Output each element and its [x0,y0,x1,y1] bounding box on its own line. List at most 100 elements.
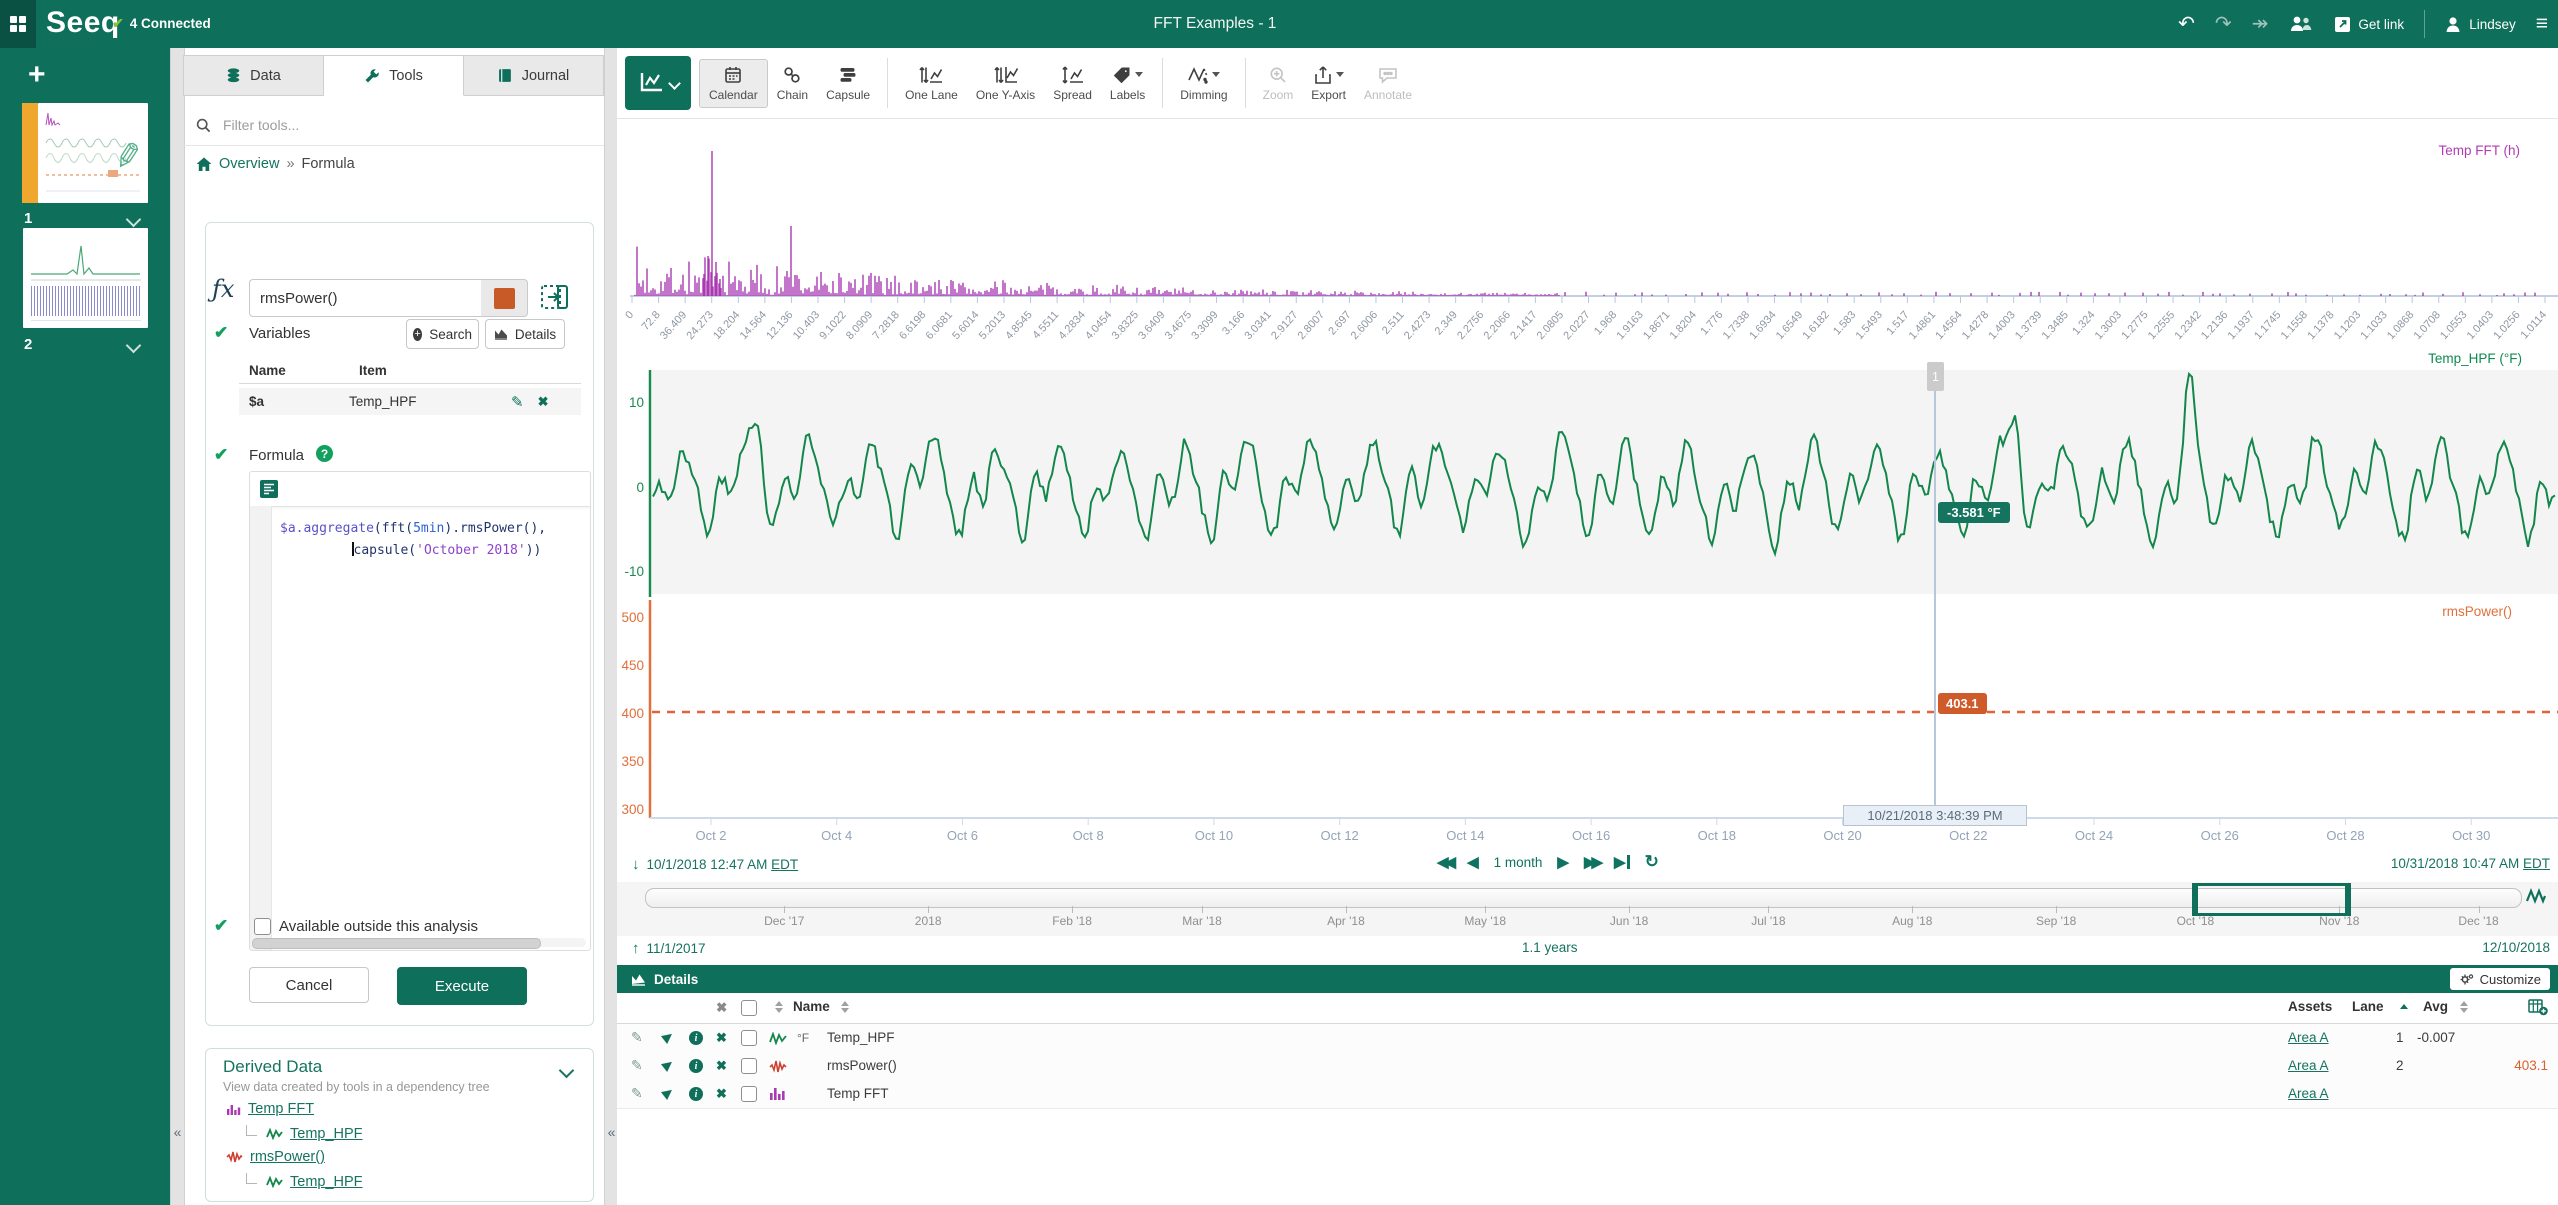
connection-status[interactable]: ✔ 4 Connected [112,15,211,32]
col-assets[interactable]: Assets [2288,999,2332,1014]
formula-editor[interactable]: $a.aggregate(fft(5min).rmsPower(), capsul… [249,471,591,951]
redo-icon[interactable]: ↷ [2215,14,2232,34]
col-avg[interactable]: Avg [2423,999,2448,1014]
details-row-temp-hpf[interactable]: ✎ i ✖ °F Temp_HPF Area A 1 -0.007 [617,1024,2558,1053]
hamburger-menu-icon[interactable]: ≡ [2536,12,2548,36]
timeline-selection[interactable] [2192,883,2351,916]
add-worksheet-button[interactable]: + [28,60,46,90]
variables-search-button[interactable]: + Search [406,319,479,349]
send-to-icon[interactable] [660,1057,676,1073]
step-forward-fast-icon[interactable]: ▶▶ [1584,853,1603,871]
formula-name-input[interactable] [249,279,503,317]
toolbar-capsule-button[interactable]: Capsule [817,60,879,107]
collapse-handle-left[interactable]: « [170,48,185,1205]
toolbar-one-y-axis-button[interactable]: One Y-Axis [967,60,1044,107]
view-selector-button[interactable] [625,56,691,110]
row-asset-link[interactable]: Area A [2288,1086,2329,1101]
info-icon[interactable]: i [689,1087,703,1101]
app-grid-button[interactable] [0,0,36,48]
get-link-button[interactable]: Get link [2334,16,2404,33]
worksheet-thumbnail-1[interactable]: ✎ [38,103,148,203]
send-to-icon[interactable] [660,1029,676,1045]
worksheet-2-menu-chevron[interactable] [125,337,142,356]
details-row-rmspower[interactable]: ✎ i ✖ rmsPower() Area A 2 403.1 [617,1052,2558,1081]
send-to-icon[interactable] [660,1085,676,1101]
remove-icon[interactable]: ✖ [716,1086,727,1102]
worksheet-thumbnail-2[interactable] [23,228,148,328]
remove-icon[interactable]: ✖ [716,1030,727,1046]
col-lane[interactable]: Lane [2352,999,2384,1014]
dock-panel-icon[interactable] [540,283,570,311]
step-size-label[interactable]: 1 month [1494,855,1543,870]
info-icon[interactable]: i [689,1031,703,1045]
add-column-icon[interactable] [2528,998,2548,1016]
sort-icon[interactable] [775,1001,783,1013]
undo-icon[interactable]: ↶ [2178,14,2195,34]
edit-icon[interactable]: ✎ [631,1085,643,1102]
edit-variable-icon[interactable]: ✎ [511,393,524,411]
sort-icon[interactable] [2460,1001,2468,1013]
info-icon[interactable]: i [689,1059,703,1073]
step-to-end-icon[interactable]: ▶ [1614,853,1630,871]
range-end[interactable]: 10/31/2018 10:47 AM EDT [2391,856,2550,871]
derived-link[interactable]: Temp_HPF [290,1126,363,1142]
remove-variable-icon[interactable]: ✖ [538,394,549,410]
signal-lanes-chart[interactable]: 10 0 -10 500 450 400 350 300 [617,345,2558,825]
sort-asc-icon[interactable] [2400,1004,2408,1009]
tab-data[interactable]: Data [183,55,324,96]
select-all-checkbox[interactable] [741,1000,757,1016]
series-label-temp-hpf[interactable]: Temp_HPF (°F) [2428,351,2522,366]
toolbar-one-lane-button[interactable]: One Lane [896,60,967,107]
toolbar-export-button[interactable]: Export [1302,60,1355,107]
details-row-temp-fft[interactable]: ✎ i ✖ Temp FFT Area A [617,1080,2558,1109]
formula-code[interactable]: $a.aggregate(fft(5min).rmsPower(), capsul… [280,518,546,562]
investigate-start[interactable]: 11/1/2017 [647,941,706,956]
step-back-fast-icon[interactable]: ◀◀ [1437,853,1456,871]
derived-data-collapse-chevron[interactable] [558,1062,575,1081]
formula-help-icon[interactable]: ? [316,445,333,462]
redo-all-icon[interactable]: ↠ [2252,14,2269,34]
refresh-icon[interactable]: ↻ [1645,852,1659,872]
range-start[interactable]: 10/1/2018 12:47 AM EDT [647,857,799,872]
edit-icon[interactable]: ✎ [631,1029,643,1046]
breadcrumb-overview[interactable]: Overview [219,156,279,172]
investigate-end[interactable]: 12/10/2018 [2482,940,2550,955]
home-icon[interactable] [196,157,212,172]
edit-icon[interactable]: ✎ [631,1057,643,1074]
filter-tools-input[interactable] [221,116,555,134]
tab-journal[interactable]: Journal [464,55,604,96]
investigate-duration[interactable]: 1.1 years [1522,940,1578,955]
toolbar-chain-button[interactable]: Chain [768,60,817,107]
row-checkbox[interactable] [741,1030,757,1046]
timeline-signal-icon[interactable] [2525,886,2547,906]
editor-scrollbar[interactable] [252,938,586,949]
row-checkbox[interactable] [741,1086,757,1102]
variables-details-button[interactable]: Details [485,319,565,349]
derived-link[interactable]: Temp FFT [248,1101,314,1117]
sort-icon[interactable] [841,1001,849,1013]
cancel-button[interactable]: Cancel [249,967,369,1003]
user-menu[interactable]: Lindsey [2445,16,2516,33]
users-icon[interactable] [2288,14,2314,34]
toolbar-calendar-button[interactable]: Calendar [699,58,768,108]
derived-link[interactable]: rmsPower() [250,1149,325,1165]
step-back-icon[interactable]: ◀ [1467,853,1479,871]
series-label-temp-fft[interactable]: Temp FFT (h) [2438,143,2520,158]
col-name[interactable]: Name [793,999,830,1014]
row-checkbox[interactable] [741,1058,757,1074]
row-asset-link[interactable]: Area A [2288,1058,2329,1073]
remove-all-icon[interactable]: ✖ [716,1000,727,1016]
color-swatch-button[interactable] [481,279,528,317]
toolbar-dimming-button[interactable]: Dimming [1171,60,1236,107]
series-label-rmspower[interactable]: rmsPower() [2442,604,2512,619]
customize-button[interactable]: Customize [2449,968,2550,990]
fft-chart[interactable]: 0 72.836.40924.27318.20414.56412.13610.40… [617,118,2558,368]
execute-button[interactable]: Execute [397,967,527,1005]
document-outline-icon[interactable] [259,479,279,499]
remove-icon[interactable]: ✖ [716,1058,727,1074]
step-forward-icon[interactable]: ▶ [1557,853,1569,871]
available-outside-checkbox[interactable] [254,918,271,935]
derived-link[interactable]: Temp_HPF [290,1174,363,1190]
tab-tools[interactable]: Tools [324,55,464,96]
toolbar-labels-button[interactable]: Labels [1101,60,1154,107]
